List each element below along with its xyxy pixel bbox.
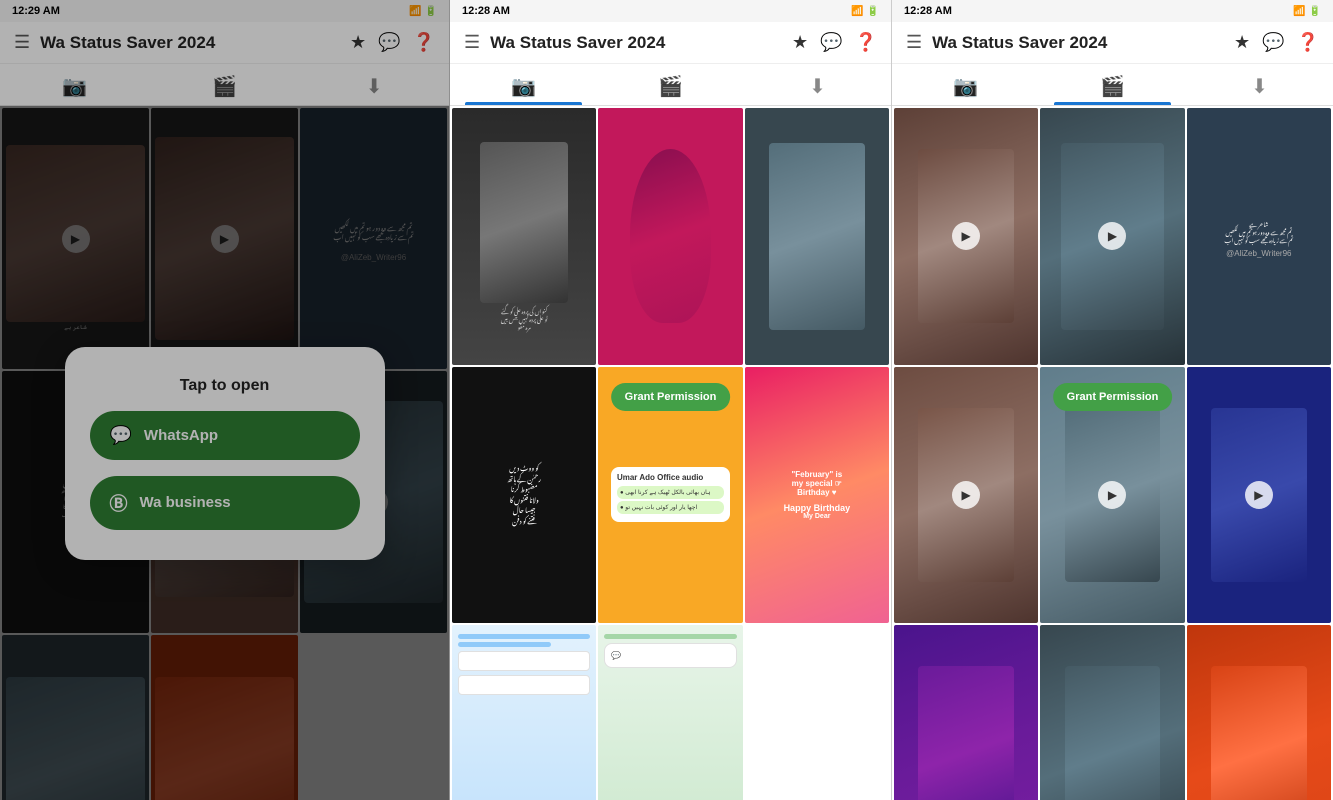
whatsapp-icon-3[interactable]: 💬 — [1262, 32, 1284, 53]
header-icons-1: ★ 💬 ❓ — [350, 32, 435, 53]
battery-icon-1: 🔋 — [425, 6, 437, 17]
time-3: 12:28 AM — [904, 5, 952, 17]
media-cell-2-3[interactable] — [745, 108, 889, 365]
help-icon-3[interactable]: ❓ — [1297, 32, 1319, 53]
content-3: ▶ ▶ شاعر ہے تم مجھ سے وہ دور ہو تم میں ل… — [892, 106, 1333, 800]
whatsapp-btn-icon: 💬 — [110, 425, 132, 446]
grant-permission-btn-3[interactable]: Grant Permission — [1053, 383, 1173, 411]
dialog-title: Tap to open — [180, 377, 269, 395]
tab-bar-3: 📷 🎬 ⬇ — [892, 64, 1333, 106]
whatsapp-icon-1[interactable]: 💬 — [378, 32, 400, 53]
play-icon-3-5: ▶ — [1098, 481, 1126, 509]
media-cell-3-9[interactable] — [1187, 625, 1331, 800]
time-1: 12:29 AM — [12, 5, 60, 17]
tab-video-2[interactable]: 🎬 — [597, 64, 744, 105]
media-cell-3-4[interactable]: ▶ — [894, 367, 1038, 624]
panel-left: 12:29 AM 📶 🔋 ☰ Wa Status Saver 2024 ★ 💬 … — [0, 0, 450, 800]
tab-photo-2[interactable]: 📷 — [450, 64, 597, 105]
tab-video-1[interactable]: 🎬 — [150, 64, 300, 105]
signal-icon-3: 📶 — [1293, 6, 1305, 17]
media-cell-3-6[interactable]: ▶ — [1187, 367, 1331, 624]
battery-icon-3: 🔋 — [1309, 6, 1321, 17]
grant-permission-btn-2[interactable]: Grant Permission — [611, 383, 731, 411]
play-icon-3-6: ▶ — [1245, 481, 1273, 509]
content-1: شاعر ہے ▶ ▶ تم مجھ سے وہ دور ہو تم میں ل… — [0, 106, 449, 800]
signal-icon-2: 📶 — [851, 6, 863, 17]
tab-bar-2: 📷 🎬 ⬇ — [450, 64, 891, 106]
time-2: 12:28 AM — [462, 5, 510, 17]
content-2: کنواں کی پردہ علی کو گئے ٹو علی پردہ نہی… — [450, 106, 891, 800]
app-title-3: Wa Status Saver 2024 — [932, 33, 1224, 53]
panel-middle: 12:28 AM 📶 🔋 ☰ Wa Status Saver 2024 ★ 💬 … — [450, 0, 892, 800]
app-header-1: ☰ Wa Status Saver 2024 ★ 💬 ❓ — [0, 22, 449, 64]
battery-icon-2: 🔋 — [867, 6, 879, 17]
tab-photo-3[interactable]: 📷 — [892, 64, 1039, 105]
help-icon-1[interactable]: ❓ — [413, 32, 435, 53]
whatsapp-button[interactable]: 💬 WhatsApp — [90, 411, 360, 460]
media-cell-3-7[interactable] — [894, 625, 1038, 800]
tab-bar-1: 📷 🎬 ⬇ — [0, 64, 449, 106]
panel-right: 12:28 AM 📶 🔋 ☰ Wa Status Saver 2024 ★ 💬 … — [892, 0, 1333, 800]
tab-saved-2[interactable]: ⬇ — [744, 64, 891, 105]
header-icons-3: ★ 💬 ❓ — [1234, 32, 1319, 53]
play-icon-3-2: ▶ — [1098, 222, 1126, 250]
media-cell-2-8[interactable]: 💬 — [598, 625, 742, 800]
media-cell-2-7[interactable] — [452, 625, 596, 800]
status-bar-1: 12:29 AM 📶 🔋 — [0, 0, 449, 22]
whatsapp-icon-2[interactable]: 💬 — [820, 32, 842, 53]
header-icons-2: ★ 💬 ❓ — [792, 32, 877, 53]
status-icons-2: 📶 🔋 — [851, 6, 879, 17]
tab-video-3[interactable]: 🎬 — [1039, 64, 1186, 105]
wa-business-label: Wa business — [140, 494, 231, 511]
menu-icon-3[interactable]: ☰ — [906, 32, 922, 53]
play-icon-3-1: ▶ — [952, 222, 980, 250]
dialog-overlay: Tap to open 💬 WhatsApp Ⓑ Wa business — [0, 106, 449, 800]
dialog-box: Tap to open 💬 WhatsApp Ⓑ Wa business — [65, 347, 385, 560]
status-bar-2: 12:28 AM 📶 🔋 — [450, 0, 891, 22]
media-grid-2: کنواں کی پردہ علی کو گئے ٹو علی پردہ نہی… — [450, 106, 891, 800]
wa-business-button[interactable]: Ⓑ Wa business — [90, 476, 360, 530]
star-icon-2[interactable]: ★ — [792, 32, 808, 53]
media-cell-2-1[interactable]: کنواں کی پردہ علی کو گئے ٹو علی پردہ نہی… — [452, 108, 596, 365]
app-header-3: ☰ Wa Status Saver 2024 ★ 💬 ❓ — [892, 22, 1333, 64]
tab-saved-3[interactable]: ⬇ — [1186, 64, 1333, 105]
media-cell-3-3[interactable]: شاعر ہے تم مجھ سے وہ دور ہو تم میں لکھیں… — [1187, 108, 1331, 365]
media-cell-2-6[interactable]: "February" ismy special ☞Birthday ♥ Happ… — [745, 367, 889, 624]
star-icon-1[interactable]: ★ — [350, 32, 366, 53]
tab-saved-1[interactable]: ⬇ — [299, 64, 449, 105]
whatsapp-btn-label: WhatsApp — [144, 427, 218, 444]
menu-icon-2[interactable]: ☰ — [464, 32, 480, 53]
tab-photo-1[interactable]: 📷 — [0, 64, 150, 105]
media-cell-2-2[interactable] — [598, 108, 742, 365]
media-cell-3-2[interactable]: ▶ — [1040, 108, 1184, 365]
wa-business-icon: Ⓑ — [110, 490, 128, 516]
media-grid-3: ▶ ▶ شاعر ہے تم مجھ سے وہ دور ہو تم میں ل… — [892, 106, 1333, 800]
status-icons-1: 📶 🔋 — [409, 6, 437, 17]
status-bar-3: 12:28 AM 📶 🔋 — [892, 0, 1333, 22]
media-cell-3-1[interactable]: ▶ — [894, 108, 1038, 365]
play-icon-3-4: ▶ — [952, 481, 980, 509]
app-title-2: Wa Status Saver 2024 — [490, 33, 782, 53]
app-header-2: ☰ Wa Status Saver 2024 ★ 💬 ❓ — [450, 22, 891, 64]
app-title-1: Wa Status Saver 2024 — [40, 33, 340, 53]
menu-icon-1[interactable]: ☰ — [14, 32, 30, 53]
media-cell-3-8[interactable] — [1040, 625, 1184, 800]
star-icon-3[interactable]: ★ — [1234, 32, 1250, 53]
signal-icon-1: 📶 — [409, 6, 421, 17]
media-cell-2-4[interactable]: کو ووٹ دیں رحمٰن کے ہاتھ مضبوط کرنا ولان… — [452, 367, 596, 624]
help-icon-2[interactable]: ❓ — [855, 32, 877, 53]
status-icons-3: 📶 🔋 — [1293, 6, 1321, 17]
